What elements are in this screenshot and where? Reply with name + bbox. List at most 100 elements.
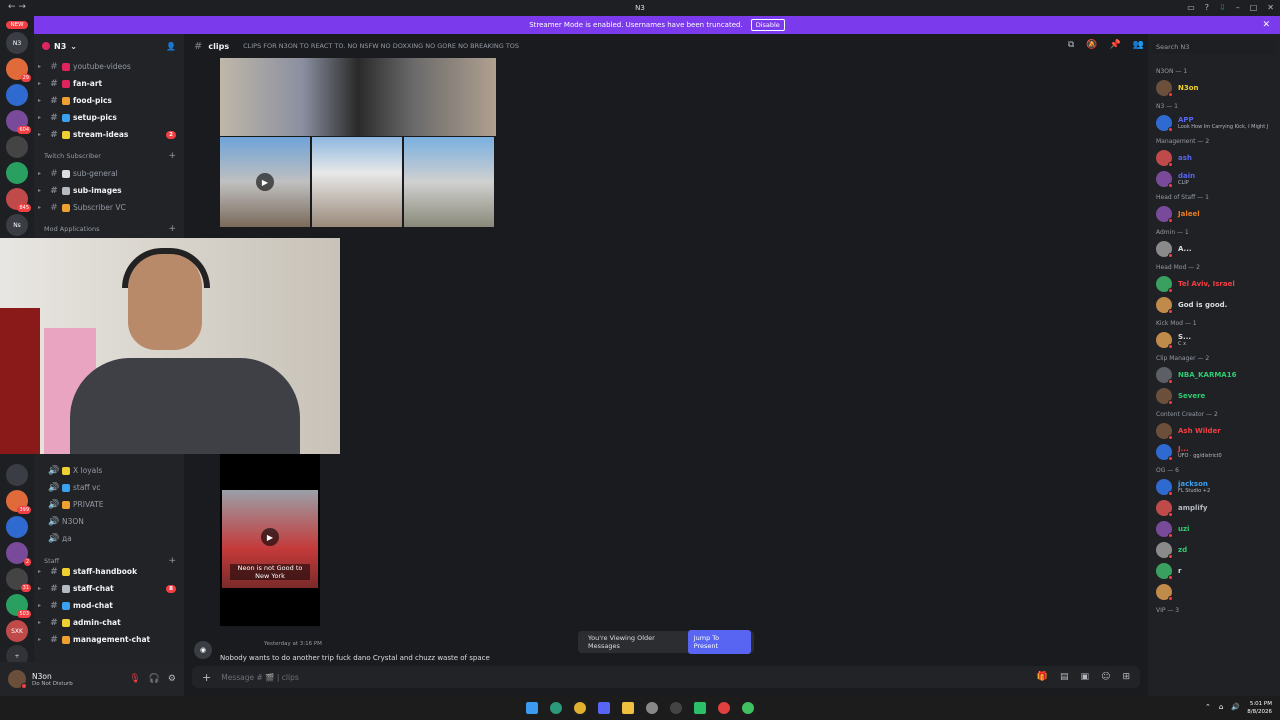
app-icon[interactable]	[718, 702, 730, 714]
maximize-icon[interactable]: □	[1250, 3, 1258, 12]
member-item[interactable]: N3on	[1156, 79, 1276, 97]
member-item[interactable]	[1156, 583, 1276, 601]
threads-icon[interactable]: ⧉	[1068, 40, 1074, 50]
app-icon[interactable]	[694, 702, 706, 714]
gear-icon[interactable]: ⚙	[168, 674, 176, 684]
member-item[interactable]: uzi	[1156, 520, 1276, 538]
add-attachment-icon[interactable]: +	[202, 671, 211, 684]
video-thumbnail[interactable]: ▶	[220, 137, 310, 227]
pin-icon[interactable]: 📌	[1110, 40, 1121, 50]
server-icon[interactable]	[6, 84, 28, 106]
minimize-icon[interactable]: –	[1236, 3, 1240, 12]
server-icon[interactable]: 31	[6, 568, 31, 592]
settings-icon[interactable]	[646, 702, 658, 714]
channel-item[interactable]: 🔊 PRIVATE	[34, 496, 184, 513]
disable-button[interactable]: Disable	[750, 19, 785, 31]
server-icon[interactable]: 29	[6, 58, 31, 82]
server-icon[interactable]	[6, 516, 28, 538]
server-icon[interactable]: 604	[6, 110, 31, 134]
channel-item[interactable]: ▸ # staff-handbook	[34, 563, 184, 580]
gift-icon[interactable]: 🎁	[1037, 672, 1048, 682]
add-channel-icon[interactable]: +	[168, 151, 176, 161]
banner-close-icon[interactable]: ✕	[1262, 20, 1270, 30]
channel-item[interactable]: 🔊 X loyals	[34, 462, 184, 479]
server-icon[interactable]	[6, 136, 28, 158]
windows-start-icon[interactable]	[526, 702, 538, 714]
channel-item[interactable]: ▸ # management-chat	[34, 631, 184, 648]
server-icon[interactable]: 503	[6, 594, 31, 618]
notifications-icon[interactable]: 🔕	[1086, 40, 1097, 50]
discord-icon[interactable]	[598, 702, 610, 714]
avatar[interactable]: ◉	[194, 641, 212, 659]
channel-item[interactable]: ▸ # admin-chat	[34, 614, 184, 631]
server-icon[interactable]: 845	[6, 188, 31, 212]
category-mod-applications[interactable]: Mod Applications +	[34, 220, 184, 238]
category-twitch-subscriber[interactable]: Twitch Subscriber +	[34, 147, 184, 165]
help-icon[interactable]: ?	[1205, 3, 1209, 12]
invite-icon[interactable]: 👤	[166, 42, 176, 51]
channel-item[interactable]: ▸ # sub-general	[34, 165, 184, 182]
apps-icon[interactable]: ⊞	[1122, 672, 1130, 682]
server-icon[interactable]: 2	[6, 542, 31, 566]
server-icon[interactable]	[6, 162, 28, 184]
server-icon[interactable]: SXK	[6, 620, 28, 642]
channel-topic[interactable]: CLIPS FOR N3ON TO REACT TO. NO NSFW NO D…	[243, 42, 519, 50]
member-item[interactable]: Jaleel	[1156, 205, 1276, 223]
member-item[interactable]: jackson FL Studio +2	[1156, 478, 1276, 496]
sticker-icon[interactable]: ▣	[1081, 672, 1090, 682]
app-icon[interactable]	[742, 702, 754, 714]
server-icon[interactable]	[6, 464, 28, 486]
add-channel-icon[interactable]: +	[168, 224, 176, 234]
jump-to-present-button[interactable]: Jump To Present	[687, 630, 751, 654]
member-item[interactable]: Ash Wilder	[1156, 422, 1276, 440]
play-icon[interactable]: ▶	[261, 528, 279, 546]
member-item[interactable]: amplify	[1156, 499, 1276, 517]
download-icon[interactable]: ⇩	[1219, 3, 1226, 12]
member-item[interactable]: dain CLIP	[1156, 170, 1276, 188]
server-icon[interactable]: 399	[6, 490, 31, 514]
member-item[interactable]: Severe	[1156, 387, 1276, 405]
video-attachment[interactable]: ▶ Neon is not Good to New York	[220, 454, 320, 626]
member-item[interactable]: APP Look How Im Carrying Kick, I Might J	[1156, 114, 1276, 132]
server-header[interactable]: N3 ⌄ 👤	[34, 34, 184, 58]
channel-item[interactable]: ▸ # sub-images	[34, 182, 184, 199]
clock[interactable]: 5:01 PM 8/8/2026	[1247, 700, 1272, 716]
close-window-icon[interactable]: ✕	[1267, 3, 1274, 12]
channel-item[interactable]: ▸ # fan-art	[34, 75, 184, 92]
channel-item[interactable]: ▸ # youtube-videos	[34, 58, 184, 75]
edge-icon[interactable]	[550, 702, 562, 714]
emoji-icon[interactable]: ☺	[1101, 672, 1110, 682]
server-icon[interactable]: Ns	[6, 214, 28, 236]
channel-item[interactable]: ▸ # staff-chat 8	[34, 580, 184, 597]
channel-item[interactable]: 🔊 да	[34, 530, 184, 547]
member-item[interactable]: zd	[1156, 541, 1276, 559]
message-input[interactable]: Message # 🎬 | clips	[221, 673, 299, 682]
chrome-icon[interactable]	[574, 702, 586, 714]
member-item[interactable]: God is good.	[1156, 296, 1276, 314]
channel-item[interactable]: ▸ # Subscriber VC	[34, 199, 184, 216]
gif-icon[interactable]: ▤	[1060, 672, 1069, 682]
search-input[interactable]: Search N3	[1152, 40, 1276, 54]
channel-item[interactable]: ▸ # setup-pics	[34, 109, 184, 126]
inbox-icon[interactable]: ▭	[1187, 3, 1195, 12]
obs-icon[interactable]	[670, 702, 682, 714]
play-icon[interactable]: ▶	[256, 173, 274, 191]
channel-item[interactable]: 🔊 staff vc	[34, 479, 184, 496]
member-item[interactable]: Tel Aviv, Israel	[1156, 275, 1276, 293]
file-explorer-icon[interactable]	[622, 702, 634, 714]
network-icon[interactable]: ⌂	[1219, 703, 1223, 711]
channel-item[interactable]: 🔊 N3ON	[34, 513, 184, 530]
member-list-icon[interactable]: 👥	[1133, 40, 1144, 50]
channel-item[interactable]: ▸ # food-pics	[34, 92, 184, 109]
headphones-icon[interactable]: 🎧	[149, 674, 160, 684]
image-attachment[interactable]	[404, 137, 494, 227]
member-item[interactable]: ash	[1156, 149, 1276, 167]
member-item[interactable]: NBA_KARMA16	[1156, 366, 1276, 384]
mute-icon[interactable]: 🎙	[129, 674, 140, 684]
tray-chevron-icon[interactable]: ⌃	[1205, 703, 1211, 711]
member-item[interactable]: S... C x	[1156, 331, 1276, 349]
member-item[interactable]: r	[1156, 562, 1276, 580]
image-attachment[interactable]	[312, 137, 402, 227]
member-item[interactable]: A...	[1156, 240, 1276, 258]
avatar[interactable]	[8, 670, 27, 689]
